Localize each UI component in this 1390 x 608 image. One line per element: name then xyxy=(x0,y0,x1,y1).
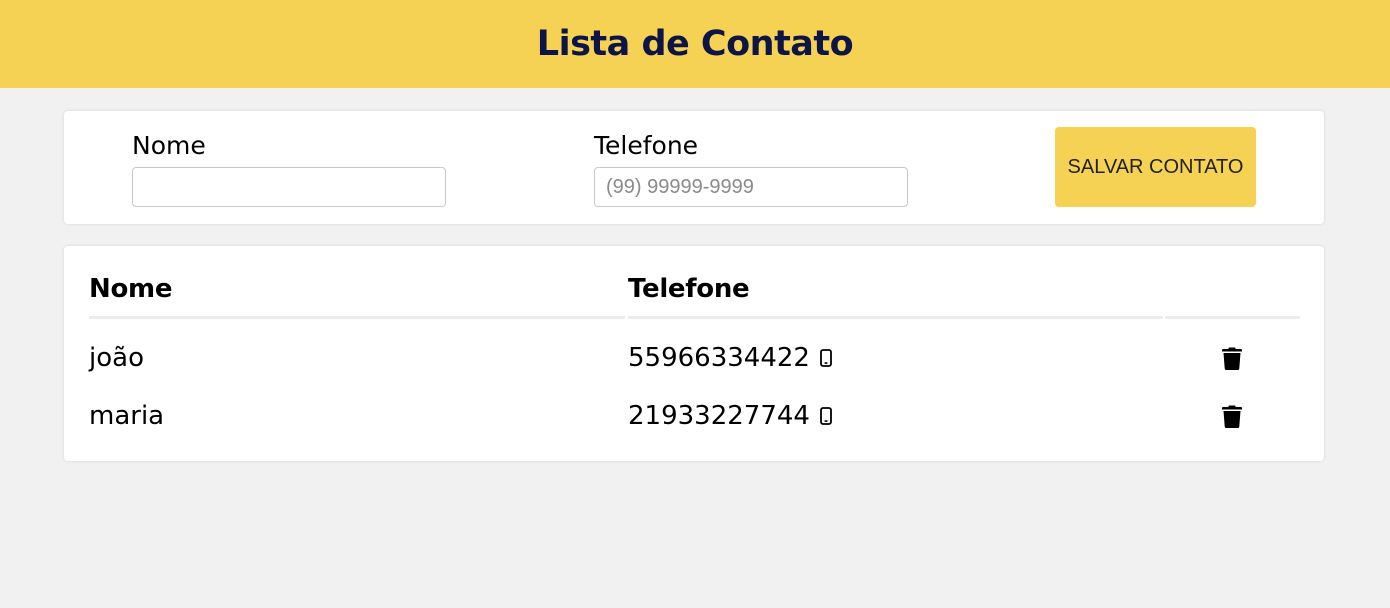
delete-contact-button[interactable] xyxy=(1219,344,1245,372)
telefone-input[interactable] xyxy=(594,167,908,207)
page-title: Lista de Contato xyxy=(536,24,854,64)
contact-telefone-cell: 55966334422 xyxy=(628,338,832,378)
table-row: maria 21933227744 xyxy=(64,396,1324,436)
contact-telefone: 55966334422 xyxy=(628,343,810,373)
contacts-table: Nome Telefone joão 55966334422 maria 219… xyxy=(64,246,1324,461)
nome-label: Nome xyxy=(132,131,206,160)
trash-icon xyxy=(1222,347,1242,370)
contact-name: maria xyxy=(89,401,165,431)
column-header-telefone: Telefone xyxy=(628,274,750,304)
delete-contact-button[interactable] xyxy=(1219,402,1245,430)
header-divider xyxy=(89,316,625,319)
telefone-label: Telefone xyxy=(594,131,699,160)
contact-name: joão xyxy=(89,343,144,373)
nome-field-group: Nome xyxy=(132,131,446,207)
save-contact-button[interactable]: SALVAR CONTATO xyxy=(1055,127,1256,207)
mobile-phone-icon xyxy=(820,349,832,367)
contact-form: Nome Telefone SALVAR CONTATO xyxy=(64,111,1324,224)
header-divider xyxy=(1165,316,1300,319)
telefone-field-group: Telefone xyxy=(594,131,908,207)
header-divider xyxy=(628,316,1163,319)
column-header-nome: Nome xyxy=(89,274,173,304)
table-row: joão 55966334422 xyxy=(64,338,1324,378)
app-header: Lista de Contato xyxy=(0,0,1390,88)
contact-telefone-cell: 21933227744 xyxy=(628,396,832,436)
trash-icon xyxy=(1222,405,1242,428)
nome-input[interactable] xyxy=(132,167,446,207)
mobile-phone-icon xyxy=(820,407,832,425)
contact-telefone: 21933227744 xyxy=(628,401,810,431)
